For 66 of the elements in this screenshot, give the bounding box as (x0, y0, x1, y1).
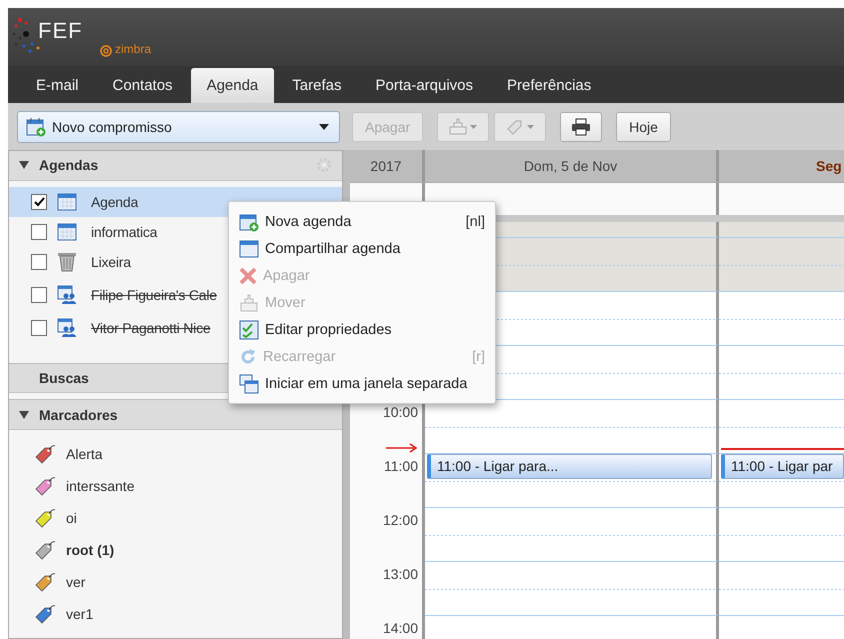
close-icon (239, 266, 257, 284)
shared-calendar-icon (57, 318, 77, 338)
year-header: 2017 (350, 150, 425, 182)
trash-icon (57, 252, 77, 272)
menu-item[interactable]: Editar propriedades (229, 316, 495, 343)
print-button[interactable] (560, 112, 602, 142)
shortcut-hint: [nl] (466, 214, 485, 230)
checkbox[interactable] (31, 224, 47, 240)
tag-item[interactable]: Alerta (66, 446, 103, 462)
hour-label: 11:00 (384, 458, 418, 474)
logo-text: FEF (38, 18, 83, 44)
section-header[interactable]: Marcadores (9, 399, 342, 430)
today-button[interactable]: Hoje (616, 112, 671, 142)
calendar-name: Filipe Figueira's Cale (91, 286, 217, 303)
app-tab[interactable]: Preferências (491, 68, 608, 103)
swirl-logo-icon (98, 45, 114, 57)
hour-label: 12:00 (382, 512, 418, 528)
calendar-icon (57, 192, 77, 211)
reload-icon (239, 348, 257, 366)
calendar-plus-icon (239, 212, 259, 232)
checkbox[interactable] (31, 194, 47, 210)
tag-item[interactable]: ver (66, 574, 86, 590)
caret-icon (319, 124, 329, 130)
checkbox[interactable] (31, 254, 47, 270)
calendar-name: Vitor Paganotti Nice (91, 320, 210, 336)
tag-icon (505, 118, 536, 136)
app-tab[interactable]: Contatos (96, 68, 189, 103)
box-icon (239, 294, 259, 312)
hour-label: 14:00 (382, 620, 418, 636)
app-tab[interactable]: Tarefas (276, 68, 358, 103)
hour-label: 10:00 (382, 404, 418, 420)
appointment[interactable]: 11:00 - Ligar par (721, 454, 844, 479)
calendar-icon (239, 240, 259, 258)
hour-label: 13:00 (382, 566, 418, 582)
printer-icon (571, 118, 592, 136)
product-name: zimbra (115, 42, 152, 56)
calendar-plus-icon (26, 116, 46, 136)
time-slot[interactable]: 11:00 - Ligar para... (425, 453, 719, 507)
calendar-name: informatica (91, 224, 158, 240)
tag-item[interactable]: oi (66, 510, 77, 526)
calendar-name: Lixeira (91, 254, 131, 270)
app-tab[interactable]: Agenda (190, 68, 274, 103)
shared-calendar-icon (57, 284, 77, 305)
menu-item[interactable]: Compartilhar agenda (229, 235, 495, 262)
calendar-icon (57, 222, 77, 241)
calendar-name: Agenda (91, 194, 138, 210)
checkbox[interactable] (31, 286, 47, 303)
tag-item[interactable]: ver1 (66, 606, 94, 622)
day-header[interactable]: Seg (719, 150, 844, 182)
new-appointment-button[interactable]: Novo compromisso (17, 110, 340, 142)
time-slot[interactable] (719, 399, 844, 453)
windows-icon (239, 374, 259, 394)
tag-item[interactable]: interssante (66, 478, 134, 494)
section-title: Agendas (39, 157, 98, 174)
checklist-icon (239, 320, 259, 340)
tag-item[interactable]: root (1) (66, 542, 114, 558)
section-title: Buscas (39, 370, 89, 386)
appointment[interactable]: 11:00 - Ligar para... (427, 454, 712, 479)
section-title: Marcadores (39, 406, 118, 423)
checkbox[interactable] (31, 320, 47, 336)
app-tab[interactable]: E-mail (20, 68, 95, 103)
shortcut-hint: [r] (472, 348, 485, 364)
section-header[interactable]: Agendas (9, 151, 342, 181)
box-icon (448, 118, 478, 136)
settings-icon[interactable] (316, 157, 332, 174)
app-tab[interactable]: Porta-arquivos (359, 68, 490, 103)
